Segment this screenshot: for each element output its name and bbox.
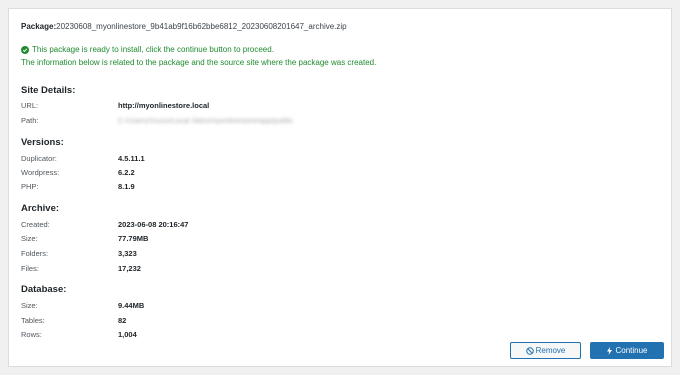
url-value: http://myonlinestore.local [118, 101, 210, 110]
duplicator-value: 4.5.11.1 [118, 154, 145, 163]
created-row: Created: 2023-06-08 20:16:47 [21, 220, 188, 229]
created-value: 2023-06-08 20:16:47 [118, 220, 189, 229]
archive-size-label: Size: [21, 234, 38, 243]
site-details-heading: Site Details: [21, 85, 76, 96]
ready-notice: This package is ready to install, click … [21, 43, 376, 69]
continue-button[interactable]: Continue [590, 342, 664, 359]
remove-button-label: Remove [535, 346, 566, 355]
duplicator-label: Duplicator: [21, 154, 57, 163]
bolt-icon [607, 346, 613, 355]
url-label: URL: [21, 101, 39, 110]
ban-icon [525, 346, 534, 355]
duplicator-row: Duplicator: 4.5.11.1 [21, 154, 145, 163]
db-size-row: Size: 9.44MB [21, 301, 144, 310]
php-row: PHP: 8.1.9 [21, 182, 135, 191]
folders-row: Folders: 3,323 [21, 249, 137, 258]
archive-size-value: 77.79MB [118, 234, 149, 243]
files-label: Files: [21, 264, 39, 273]
rows-row: Rows: 1,004 [21, 330, 137, 339]
rows-value: 1,004 [118, 330, 137, 339]
php-label: PHP: [21, 182, 39, 191]
versions-heading: Versions: [21, 137, 64, 148]
wordpress-label: Wordpress: [21, 168, 60, 177]
created-label: Created: [21, 220, 50, 229]
url-row: URL: http://myonlinestore.local [21, 101, 209, 110]
rows-label: Rows: [21, 330, 42, 339]
archive-size-row: Size: 77.79MB [21, 234, 148, 243]
wordpress-value: 6.2.2 [118, 168, 135, 177]
db-size-label: Size: [21, 301, 38, 310]
path-row: Path: C:/Users/Xxxxx/Local Sites/myonlin… [21, 116, 293, 125]
notice-line-2: The information below is related to the … [21, 58, 377, 67]
path-label: Path: [21, 116, 39, 125]
archive-heading: Archive: [21, 203, 60, 214]
files-value: 17,232 [118, 264, 141, 273]
package-panel: Package:20230608_myonlinestore_9b41ab9f1… [8, 8, 672, 367]
path-value: C:/Users/Xxxxx/Local Sites/myonlinestore… [118, 116, 294, 125]
folders-value: 3,323 [118, 249, 137, 258]
tables-value: 82 [118, 316, 127, 325]
tables-row: Tables: 82 [21, 316, 126, 325]
remove-button[interactable]: Remove [510, 342, 581, 359]
db-size-value: 9.44MB [118, 301, 145, 310]
php-value: 8.1.9 [118, 182, 135, 191]
tables-label: Tables: [21, 316, 45, 325]
continue-button-label: Continue [615, 346, 648, 355]
database-heading: Database: [21, 284, 67, 295]
folders-label: Folders: [21, 249, 49, 258]
notice-line-1: This package is ready to install, click … [32, 45, 274, 54]
package-line: Package:20230608_myonlinestore_9b41ab9f1… [21, 22, 347, 31]
check-circle-icon [21, 45, 29, 54]
files-row: Files: 17,232 [21, 264, 141, 273]
package-filename: 20230608_myonlinestore_9b41ab9f16b62bbe6… [56, 22, 347, 31]
package-label: Package: [21, 22, 57, 31]
wordpress-row: Wordpress: 6.2.2 [21, 168, 135, 177]
